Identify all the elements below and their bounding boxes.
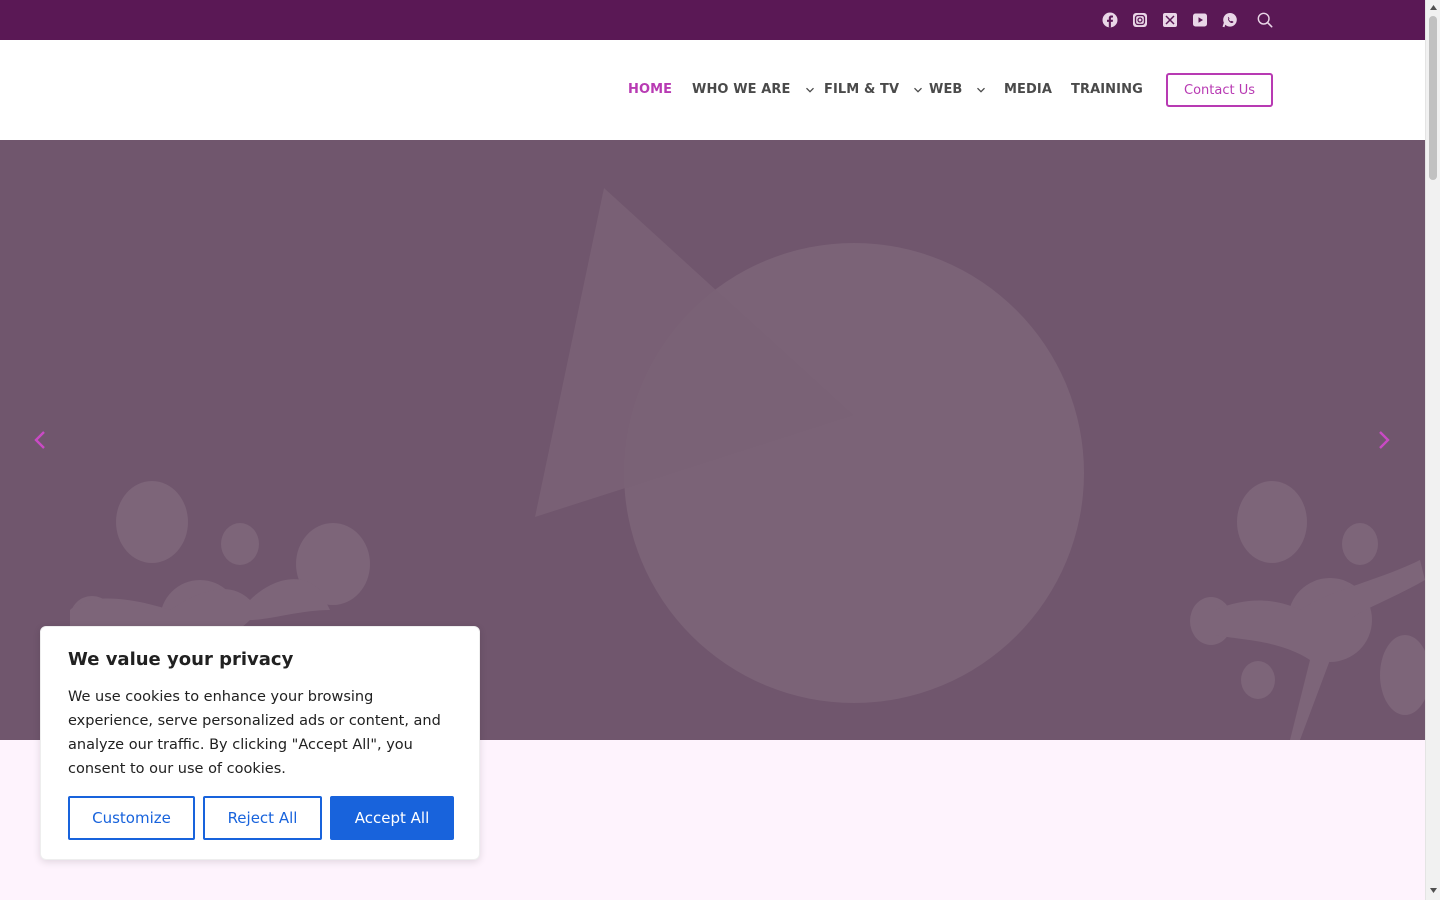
nav-item-label: WHO WE ARE bbox=[692, 82, 791, 97]
cookie-body: We use cookies to enhance your browsing … bbox=[68, 689, 441, 777]
search-icon[interactable] bbox=[1256, 11, 1274, 29]
facebook-icon[interactable] bbox=[1101, 11, 1119, 29]
scroll-down-arrow-icon[interactable] bbox=[1429, 886, 1438, 895]
instagram-icon[interactable] bbox=[1131, 11, 1149, 29]
chevron-down-icon bbox=[914, 87, 923, 93]
youtube-icon[interactable] bbox=[1191, 11, 1209, 29]
nav-item-web[interactable]: WEB bbox=[929, 82, 986, 97]
nav-item-who-we-are[interactable]: WHO WE ARE bbox=[692, 82, 815, 97]
nav-item-training[interactable]: TRAINING bbox=[1071, 82, 1143, 97]
nav-item-media[interactable]: MEDIA bbox=[1004, 82, 1052, 97]
chevron-right-icon[interactable] bbox=[1372, 428, 1396, 452]
top-bar bbox=[0, 0, 1425, 40]
contact-us-button[interactable]: Contact Us bbox=[1166, 73, 1273, 107]
accept-all-button[interactable]: Accept All bbox=[330, 796, 454, 840]
nav-item-label: TRAINING bbox=[1071, 82, 1143, 97]
page-scrollbar[interactable] bbox=[1425, 0, 1440, 900]
cookie-consent-banner: We value your privacy We use cookies to … bbox=[40, 626, 480, 860]
nav-item-label: HOME bbox=[628, 82, 673, 97]
x-twitter-icon[interactable] bbox=[1161, 11, 1179, 29]
chevron-down-icon bbox=[977, 87, 986, 93]
cookie-title: We value your privacy bbox=[68, 649, 294, 670]
chevron-left-icon[interactable] bbox=[28, 428, 52, 452]
nav-item-label: FILM & TV bbox=[824, 82, 900, 97]
customize-button[interactable]: Customize bbox=[68, 796, 195, 840]
scroll-up-arrow-icon[interactable] bbox=[1429, 3, 1438, 12]
nav-item-label: MEDIA bbox=[1004, 82, 1053, 97]
whatsapp-icon[interactable] bbox=[1221, 11, 1239, 29]
site-header: HOME WHO WE ARE FILM & TV WEB MEDIA TRAI… bbox=[0, 40, 1425, 140]
nav-item-film-tv[interactable]: FILM & TV bbox=[824, 82, 923, 97]
nav-item-home[interactable]: HOME bbox=[628, 82, 672, 97]
chevron-down-icon bbox=[805, 87, 814, 93]
reject-all-button[interactable]: Reject All bbox=[203, 796, 322, 840]
nav-item-label: WEB bbox=[929, 82, 963, 97]
scroll-thumb[interactable] bbox=[1429, 16, 1437, 180]
